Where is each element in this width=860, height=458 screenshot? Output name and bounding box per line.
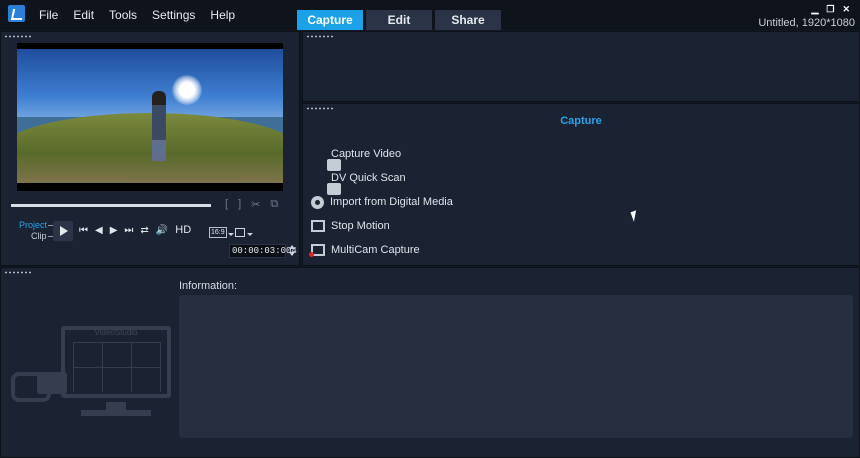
minimize-icon[interactable]: ▁: [811, 4, 818, 15]
dv-scan-icon: [327, 183, 341, 195]
capture-panel: Capture Capture Video DV Quick Scan Impo…: [302, 103, 860, 266]
go-to-start-icon[interactable]: ⏮: [79, 225, 88, 236]
capture-video-label: Capture Video: [331, 148, 402, 160]
menu-bar: File Edit Tools Settings Help: [39, 8, 250, 22]
trim-controls: [ ] ✂ ⧉: [225, 198, 278, 211]
volume-icon[interactable]: 🔊: [156, 225, 168, 236]
panel-grip-icon[interactable]: [4, 271, 32, 274]
previous-frame-icon[interactable]: ◀: [95, 225, 103, 236]
menu-tools[interactable]: Tools: [109, 8, 137, 22]
scrubber-bar[interactable]: [11, 204, 211, 207]
window-controls: ▁ ❐ ✕: [811, 4, 850, 15]
timecode-spinner-icon[interactable]: [288, 244, 296, 258]
repeat-icon[interactable]: ⇄: [140, 225, 148, 236]
capture-panel-title: Capture: [560, 115, 602, 127]
aspect-ratio-button[interactable]: 16:9: [209, 227, 227, 238]
output-device-icon[interactable]: [235, 228, 245, 237]
disc-icon: [311, 195, 324, 209]
panel-grip-icon[interactable]: [306, 107, 334, 110]
panel-grip-icon[interactable]: [306, 35, 334, 38]
title-bar: File Edit Tools Settings Help Capture Ed…: [0, 0, 860, 30]
watermark-monitor: VideoStudio: [61, 326, 171, 398]
tab-share[interactable]: Share: [435, 10, 501, 30]
information-label: Information:: [179, 280, 238, 292]
stop-motion-label: Stop Motion: [331, 220, 390, 232]
dv-quick-scan-label: DV Quick Scan: [331, 172, 406, 184]
capture-video-option[interactable]: Capture Video: [311, 142, 453, 171]
stop-motion-option[interactable]: Stop Motion: [311, 214, 453, 238]
information-box: [179, 295, 853, 438]
next-frame-icon[interactable]: ▶: [110, 225, 118, 236]
information-panel: VideoStudio Information:: [0, 267, 860, 458]
menu-edit[interactable]: Edit: [73, 8, 94, 22]
library-panel: [302, 31, 860, 102]
mark-out-icon[interactable]: ]: [238, 198, 241, 211]
go-to-end-icon[interactable]: ⏭: [124, 225, 133, 236]
preview-sun: [172, 75, 202, 105]
preview-ground: [17, 113, 283, 191]
play-button[interactable]: [53, 221, 73, 241]
hd-preview-button[interactable]: HD: [175, 224, 191, 236]
timecode-field[interactable]: 00:00:03:004: [229, 244, 297, 258]
stop-motion-icon: [311, 220, 325, 232]
app-logo-icon: [8, 5, 25, 22]
snapshot-icon[interactable]: ⧉: [270, 198, 278, 211]
menu-settings[interactable]: Settings: [152, 8, 195, 22]
watermark-camera-lens: [37, 372, 67, 394]
camera-icon: [327, 159, 341, 171]
restore-icon[interactable]: ❐: [826, 4, 834, 15]
transport-controls: ⏮ ◀ ▶ ⏭ ⇄ 🔊 HD: [79, 224, 191, 236]
aspect-dropdown-icon[interactable]: [228, 233, 234, 236]
split-clip-icon[interactable]: ✂: [251, 198, 260, 211]
capture-options-list: Capture Video DV Quick Scan Import from …: [309, 142, 453, 262]
preview-person: [152, 91, 166, 161]
output-dropdown-icon[interactable]: [247, 233, 253, 236]
panel-grip-icon[interactable]: [4, 35, 32, 38]
workspace-tabs: Capture Edit Share: [297, 10, 504, 30]
project-mode-label[interactable]: Project: [19, 220, 54, 230]
close-icon[interactable]: ✕: [842, 4, 850, 15]
menu-help[interactable]: Help: [210, 8, 235, 22]
multicam-capture-label: MultiCam Capture: [331, 244, 420, 256]
clip-mode-label[interactable]: Clip: [31, 231, 53, 241]
project-info: Untitled, 1920*1080: [758, 17, 855, 29]
watermark-grid: [73, 342, 161, 392]
tab-capture[interactable]: Capture: [297, 10, 363, 30]
mark-in-icon[interactable]: [: [225, 198, 228, 211]
player-panel: [ ] ✂ ⧉ Project Clip ⏮ ◀ ▶ ⏭ ⇄ 🔊 HD 16:9…: [0, 31, 300, 266]
watermark-title: VideoStudio: [94, 328, 138, 337]
multicam-capture-option[interactable]: MultiCam Capture: [309, 238, 453, 262]
video-preview: [17, 43, 283, 191]
multicam-icon: [309, 244, 325, 257]
tab-edit[interactable]: Edit: [366, 10, 432, 30]
preview-letterbox: [17, 183, 283, 191]
menu-file[interactable]: File: [39, 8, 58, 22]
import-digital-media-label: Import from Digital Media: [330, 196, 453, 208]
watermark-base: [81, 410, 151, 416]
